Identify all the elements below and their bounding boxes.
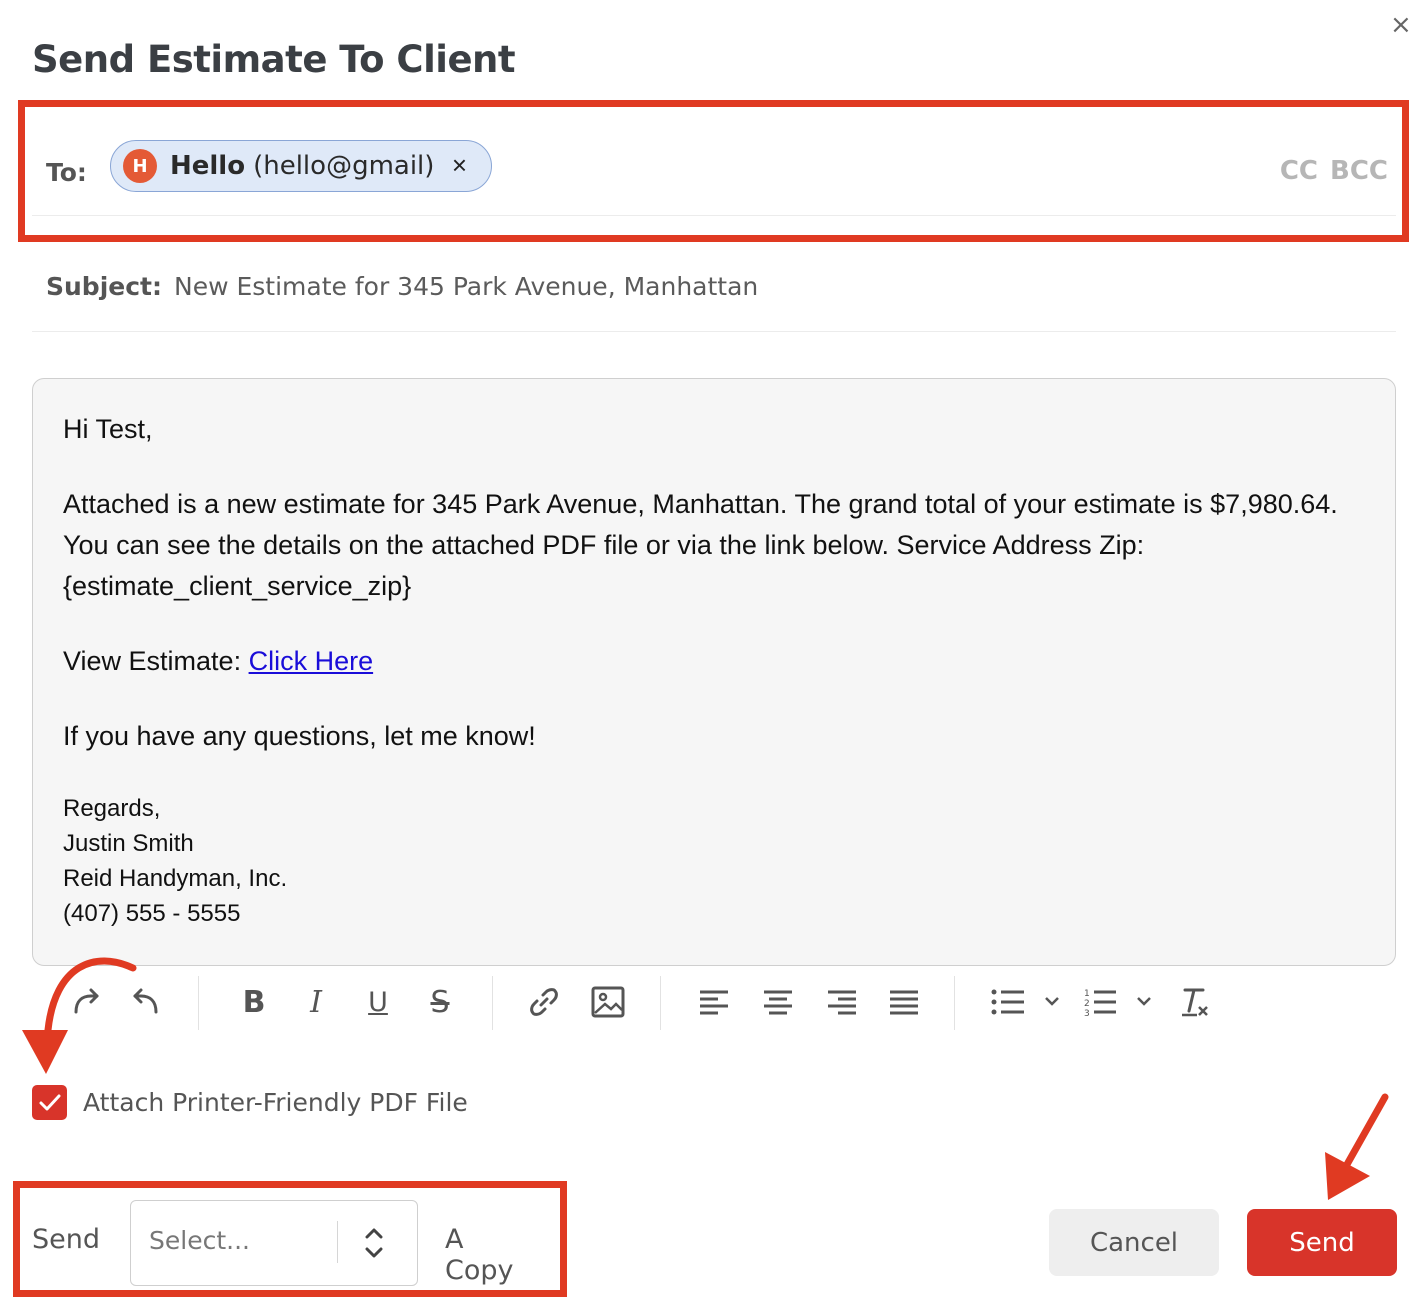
body-questions: If you have any questions, let me know! — [63, 721, 536, 751]
strikethrough-icon[interactable]: S — [418, 978, 462, 1026]
subject-label: Subject: — [46, 272, 162, 301]
bcc-button[interactable]: BCC — [1330, 156, 1388, 186]
send-button[interactable]: Send — [1247, 1209, 1397, 1276]
send-copy-select[interactable]: Select... — [130, 1200, 418, 1286]
click-here-link[interactable]: Click Here — [249, 646, 374, 676]
attach-pdf-label: Attach Printer-Friendly PDF File — [83, 1088, 468, 1117]
cc-button[interactable]: CC — [1280, 156, 1318, 186]
close-icon[interactable]: × — [1390, 10, 1412, 40]
align-right-icon[interactable] — [820, 978, 864, 1026]
clear-format-icon[interactable] — [1172, 978, 1216, 1026]
attach-pdf-option: Attach Printer-Friendly PDF File — [32, 1085, 468, 1120]
link-icon[interactable] — [522, 978, 566, 1026]
underline-icon[interactable]: U — [356, 978, 400, 1026]
numbered-list-icon[interactable]: 123 — [1082, 978, 1162, 1026]
subject-row: Subject: New Estimate for 345 Park Avenu… — [32, 250, 1396, 332]
signature-line: Reid Handyman, Inc. — [63, 865, 288, 892]
bulleted-list-icon[interactable] — [988, 978, 1068, 1026]
email-body-editor[interactable]: Hi Test, Attached is a new estimate for … — [32, 378, 1396, 966]
annotation-arrowhead-send — [1325, 1152, 1370, 1200]
cancel-button[interactable]: Cancel — [1049, 1209, 1219, 1276]
dialog-title: Send Estimate To Client — [32, 38, 516, 81]
view-estimate-line: View Estimate: Click Here — [63, 641, 1365, 682]
send-copy-prefix: Send — [32, 1224, 101, 1255]
cc-bcc-controls: CC BCC — [1268, 156, 1388, 186]
annotation-arrowhead-checkbox — [22, 1030, 68, 1074]
recipient-email: (hello@gmail) — [253, 151, 435, 181]
align-center-icon[interactable] — [756, 978, 800, 1026]
annotation-arrow-send — [1341, 1093, 1389, 1172]
to-row: To: H Hello (hello@gmail) × CC BCC — [32, 112, 1396, 216]
italic-icon[interactable]: I — [294, 978, 338, 1026]
editor-toolbar: B I U S 123 — [32, 970, 1396, 1034]
chevron-up-down-icon — [365, 1228, 383, 1258]
redo-icon[interactable] — [64, 978, 108, 1026]
bold-icon[interactable]: B — [232, 978, 276, 1026]
avatar: H — [123, 149, 157, 183]
svg-text:2: 2 — [1084, 999, 1090, 1009]
recipient-chip[interactable]: H Hello (hello@gmail) × — [110, 140, 492, 192]
recipient-name: Hello — [170, 151, 246, 181]
send-copy-placeholder: Select... — [149, 1226, 250, 1255]
checkmark-icon — [39, 1094, 60, 1110]
to-label: To: — [46, 158, 87, 187]
signature-line: Regards, — [63, 795, 161, 822]
signature-line: (407) 555 - 5555 — [63, 900, 241, 927]
align-left-icon[interactable] — [692, 978, 736, 1026]
svg-text:3: 3 — [1084, 1009, 1090, 1017]
align-justify-icon[interactable] — [882, 978, 926, 1026]
body-greeting: Hi Test, — [63, 414, 153, 444]
image-icon[interactable] — [586, 978, 630, 1026]
body-paragraph: Attached is a new estimate for 345 Park … — [63, 489, 1338, 601]
remove-recipient-icon[interactable]: × — [452, 150, 467, 181]
subject-input[interactable]: New Estimate for 345 Park Avenue, Manhat… — [174, 272, 758, 301]
undo-icon[interactable] — [124, 978, 168, 1026]
signature-line: Justin Smith — [63, 830, 194, 857]
svg-text:1: 1 — [1084, 989, 1090, 999]
view-estimate-label: View Estimate: — [63, 646, 249, 676]
send-copy-suffix: A Copy — [445, 1224, 514, 1286]
attach-pdf-checkbox[interactable] — [32, 1085, 67, 1120]
